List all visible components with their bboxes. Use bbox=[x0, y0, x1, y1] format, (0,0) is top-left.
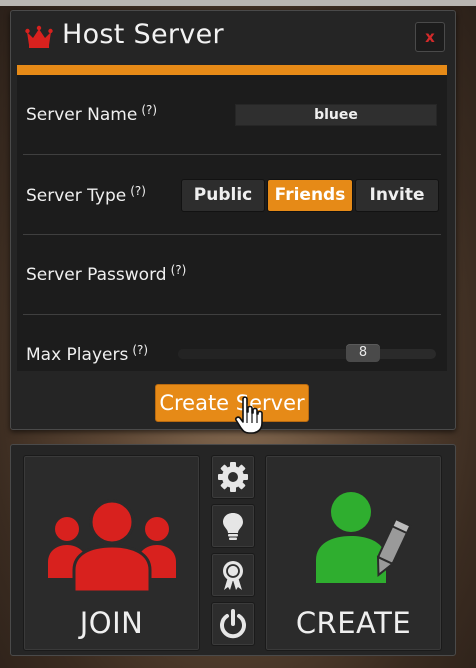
settings-button[interactable] bbox=[211, 455, 255, 499]
help-icon[interactable]: (?) bbox=[141, 103, 157, 117]
join-label: JOIN bbox=[79, 606, 144, 640]
max-players-row: Max Players (?) 8 bbox=[17, 315, 447, 393]
power-icon bbox=[220, 609, 246, 639]
accent-bar bbox=[17, 65, 447, 75]
server-password-label: Server Password (?) bbox=[26, 263, 187, 285]
server-type-row: Server Type (?) Public Friends Invite bbox=[17, 155, 447, 233]
server-name-row: Server Name (?) bluee bbox=[17, 75, 447, 153]
quit-button[interactable] bbox=[211, 602, 255, 646]
dialog-header: Host Server x bbox=[11, 11, 455, 65]
create-button[interactable]: CREATE bbox=[265, 455, 442, 651]
help-icon[interactable]: (?) bbox=[171, 263, 187, 277]
max-players-slider[interactable] bbox=[178, 349, 436, 359]
slider-fill bbox=[178, 349, 368, 359]
group-users-icon bbox=[48, 499, 176, 592]
main-menu: JOIN CREATE bbox=[10, 444, 456, 656]
crown-icon bbox=[25, 25, 53, 48]
help-icon[interactable]: (?) bbox=[130, 184, 146, 198]
join-button[interactable]: JOIN bbox=[23, 455, 200, 651]
server-password-row: Server Password (?) bbox=[17, 235, 447, 313]
hand-cursor-icon bbox=[235, 396, 263, 434]
help-icon[interactable]: (?) bbox=[132, 343, 148, 357]
server-type-public-button[interactable]: Public bbox=[181, 179, 265, 212]
gear-icon bbox=[218, 462, 248, 492]
server-type-invite-button[interactable]: Invite bbox=[355, 179, 439, 212]
achievements-button[interactable] bbox=[211, 553, 255, 597]
host-server-dialog: Host Server x Server Name (?) bluee Serve… bbox=[10, 10, 456, 434]
server-type-label: Server Type (?) bbox=[26, 184, 146, 206]
server-name-label: Server Name (?) bbox=[26, 103, 158, 125]
dialog-title: Host Server bbox=[62, 19, 224, 50]
create-server-button[interactable]: Create Server bbox=[155, 384, 309, 422]
max-players-label: Max Players (?) bbox=[26, 343, 149, 365]
lightbulb-icon bbox=[223, 513, 243, 540]
top-edge bbox=[0, 0, 476, 6]
award-ribbon-icon bbox=[223, 561, 243, 590]
close-button[interactable]: x bbox=[415, 22, 445, 52]
user-edit-icon bbox=[316, 492, 412, 583]
slider-handle[interactable]: 8 bbox=[346, 344, 380, 362]
settings-panel: Server Name (?) bluee Server Type (?) Publ… bbox=[17, 75, 447, 371]
server-name-input[interactable]: bluee bbox=[235, 104, 437, 126]
hints-button[interactable] bbox=[211, 504, 255, 548]
create-label: CREATE bbox=[295, 606, 412, 640]
server-type-friends-button[interactable]: Friends bbox=[267, 179, 353, 212]
